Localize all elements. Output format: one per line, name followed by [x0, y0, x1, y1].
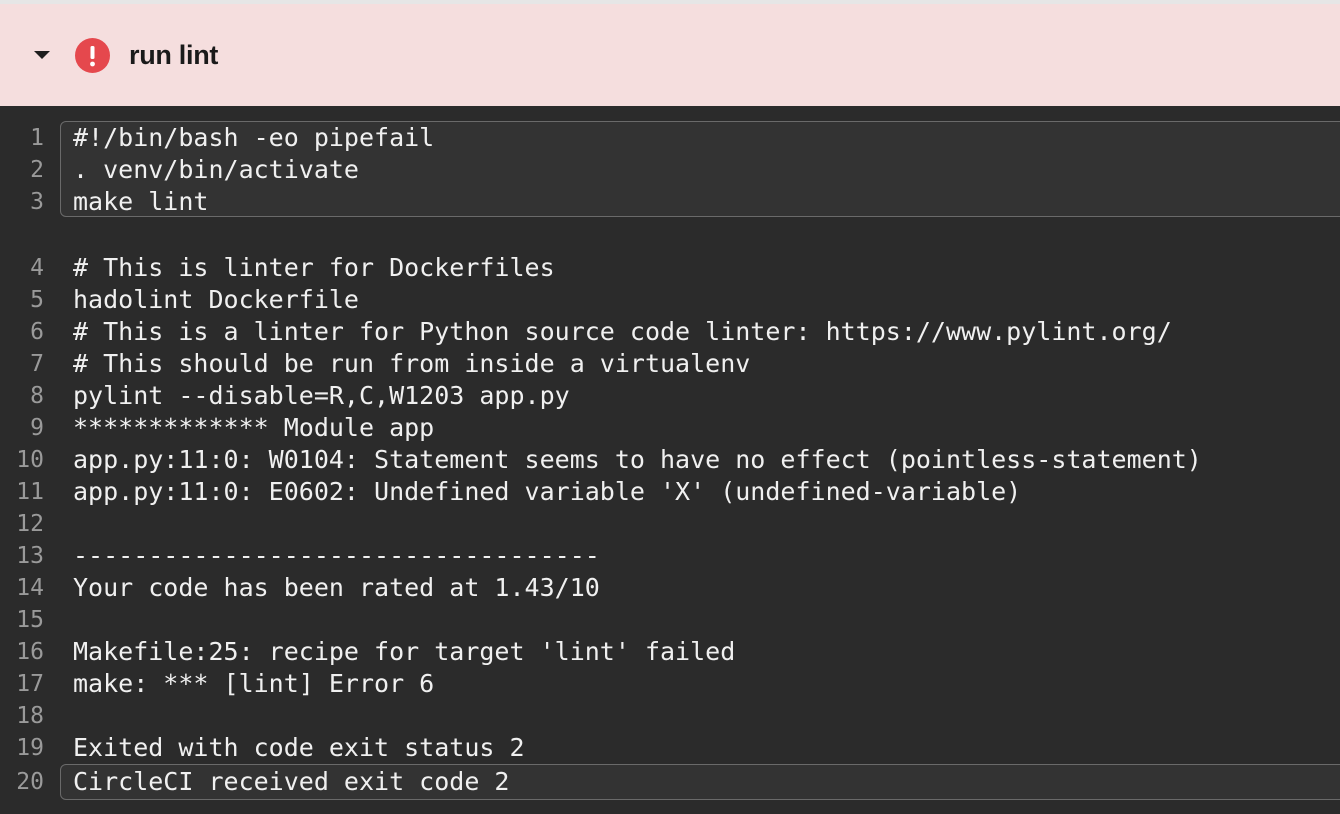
line-text: Your code has been rated at 1.43/10	[73, 573, 600, 602]
line-number: 7	[30, 351, 44, 377]
output-line: 6 # This is a linter for Python source co…	[0, 316, 1340, 348]
line-text: # This is a linter for Python source cod…	[73, 317, 1172, 346]
line-text: pylint --disable=R,C,W1203 app.py	[73, 381, 570, 410]
line-number: 16	[16, 639, 44, 665]
output-line: 5 hadolint Dockerfile	[0, 284, 1340, 316]
line-number: 8	[30, 383, 44, 409]
line-number: 6	[30, 319, 44, 345]
output-line: 12	[0, 508, 1340, 540]
line-text: # This is linter for Dockerfiles	[73, 253, 555, 282]
output-line: 9 ************* Module app	[0, 412, 1340, 444]
line-number: 15	[16, 607, 44, 633]
line-text: Exited with code exit status 2	[73, 733, 525, 762]
output-line: 4 # This is linter for Dockerfiles	[0, 252, 1340, 284]
line-number: 13	[16, 543, 44, 569]
output-line: 11 app.py:11:0: E0602: Undefined variable…	[0, 476, 1340, 508]
output-line: 15	[0, 604, 1340, 636]
output-line: 7 # This should be run from inside a virt…	[0, 348, 1340, 380]
line-number: 5	[30, 287, 44, 313]
line-number: 20	[16, 769, 44, 795]
output-line: 8 pylint --disable=R,C,W1203 app.py	[0, 380, 1340, 412]
line-number: 2	[30, 157, 44, 183]
output-line: 2 . venv/bin/activate	[0, 154, 1340, 186]
line-number: 12	[16, 511, 44, 537]
line-text: app.py:11:0: W0104: Statement seems to h…	[73, 445, 1202, 474]
error-exclamation-icon	[75, 38, 110, 73]
output-line: 20 CircleCI received exit code 2	[0, 766, 1340, 798]
line-text: app.py:11:0: E0602: Undefined variable '…	[73, 477, 1022, 506]
output-line: 3 make lint	[0, 186, 1340, 218]
line-text: hadolint Dockerfile	[73, 285, 359, 314]
output-line: 19 Exited with code exit status 2	[0, 732, 1340, 764]
output-line: 18	[0, 700, 1340, 732]
line-text: # This should be run from inside a virtu…	[73, 349, 751, 378]
line-text: make: *** [lint] Error 6	[73, 669, 435, 698]
output-line: 16 Makefile:25: recipe for target 'lint' …	[0, 636, 1340, 668]
output-line: 14 Your code has been rated at 1.43/10	[0, 572, 1340, 604]
line-text: CircleCI received exit code 2	[73, 767, 510, 796]
line-number: 11	[16, 479, 44, 505]
step-title: run lint	[129, 40, 219, 70]
output-line: 10 app.py:11:0: W0104: Statement seems to…	[0, 444, 1340, 476]
line-text: #!/bin/bash -eo pipefail	[73, 123, 435, 152]
output-line: 1 #!/bin/bash -eo pipefail	[0, 122, 1340, 154]
caret-down-icon[interactable]	[34, 51, 50, 59]
line-number: 14	[16, 575, 44, 601]
output-line: 17 make: *** [lint] Error 6	[0, 668, 1340, 700]
output-line: 13 -----------------------------------	[0, 540, 1340, 572]
step-output: 1 #!/bin/bash -eo pipefail 2 . venv/bin/ac…	[0, 106, 1340, 814]
line-number: 9	[30, 415, 44, 441]
line-number: 18	[16, 703, 44, 729]
line-text: make lint	[73, 187, 209, 216]
line-text: ************* Module app	[73, 413, 435, 442]
line-number: 17	[16, 671, 44, 697]
line-number: 4	[30, 255, 44, 281]
step-header[interactable]: run lint	[0, 0, 1340, 106]
line-number: 1	[30, 125, 44, 151]
line-number: 10	[16, 447, 44, 473]
line-text: Makefile:25: recipe for target 'lint' fa…	[73, 637, 736, 666]
line-number: 19	[16, 735, 44, 761]
line-text: . venv/bin/activate	[73, 155, 359, 184]
line-number: 3	[30, 189, 44, 215]
line-text: -----------------------------------	[73, 541, 600, 570]
